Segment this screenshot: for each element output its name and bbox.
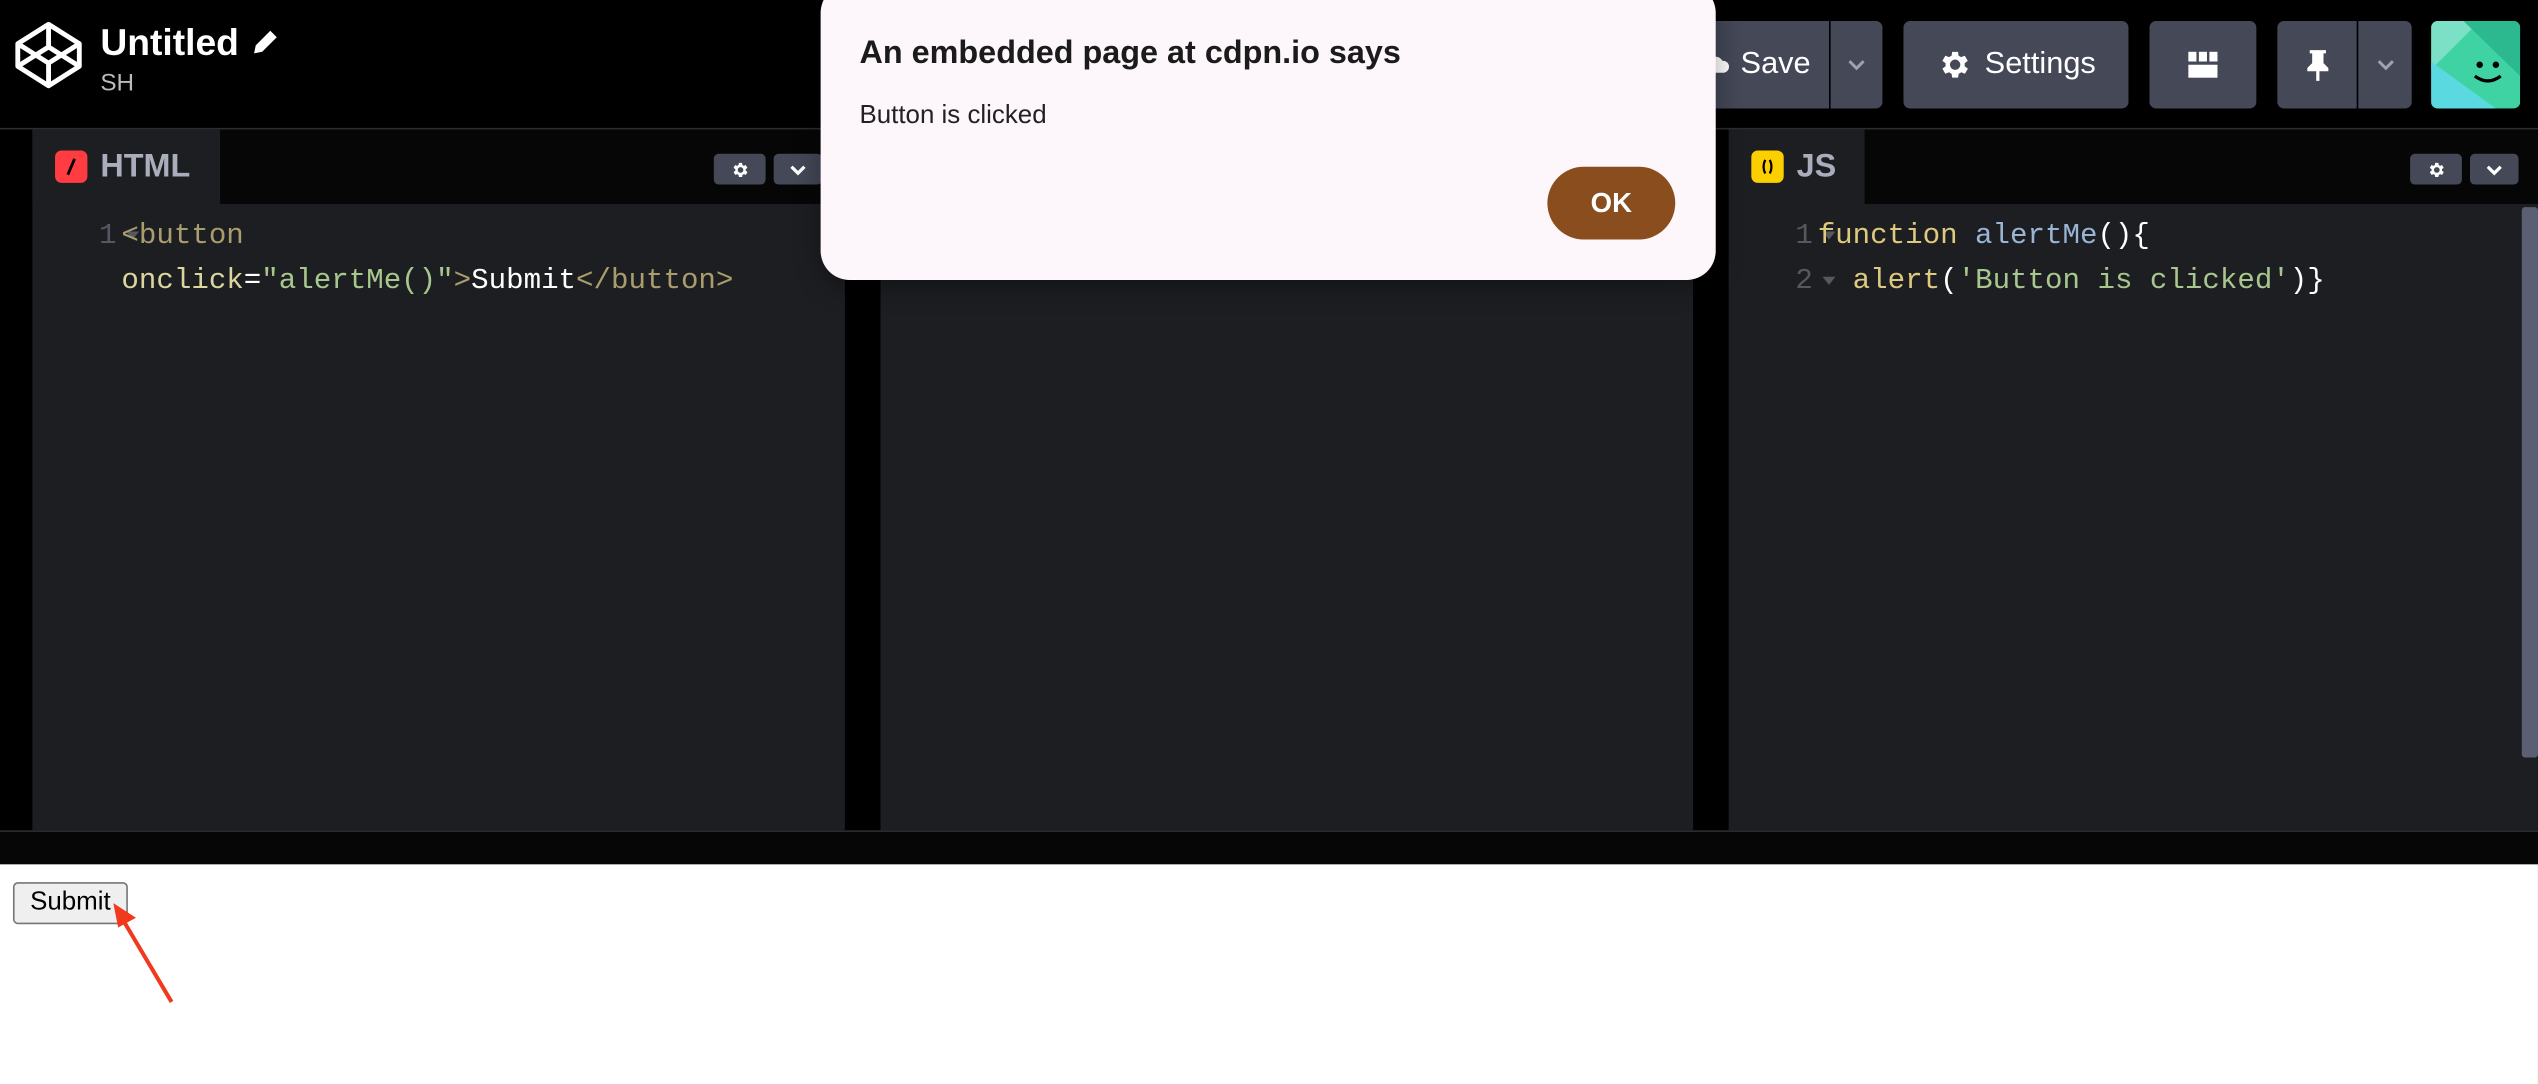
line-number: 2 [1795, 265, 1813, 298]
gear-icon [2429, 162, 2444, 177]
line-number: 1 [1795, 220, 1813, 253]
js-editor-tab[interactable]: JS [1728, 129, 1866, 204]
layout-icon [2188, 51, 2218, 78]
html-panel-header: HTML [32, 129, 845, 204]
code-token: alertMe [1975, 220, 2098, 253]
code-line[interactable]: 1 function alertMe(){ [1729, 214, 2538, 259]
code-token: onclick [121, 265, 244, 298]
css-code-editor[interactable] [881, 204, 1694, 830]
save-button-label: Save [1740, 46, 1811, 81]
html-settings-button[interactable] [713, 153, 766, 185]
chevron-down-icon [2486, 164, 2502, 175]
alert-dialog: An embedded page at cdpn.io says Button … [820, 0, 1716, 281]
js-settings-button[interactable] [2410, 153, 2462, 185]
html-editor-tab[interactable]: HTML [32, 129, 220, 204]
html-icon [55, 150, 88, 183]
js-editor-panel: JS 1 function alertMe(){2 alert('Button i… [1728, 129, 2538, 831]
code-token: <button [121, 220, 244, 253]
result-preview: Submit [0, 864, 2538, 1084]
code-line[interactable]: onclick="alertMe()">Submit</button> [32, 259, 845, 304]
settings-button[interactable]: Settings [1903, 21, 2129, 109]
chevron-down-icon [1848, 60, 1865, 71]
code-token: "alertMe()" [261, 265, 454, 298]
ok-button[interactable]: OK [1547, 166, 1676, 240]
pen-owner[interactable]: SH [100, 70, 277, 98]
code-token: Submit [471, 265, 577, 298]
js-code-editor[interactable]: 1 function alertMe(){2 alert('Button is c… [1729, 204, 2538, 830]
code-text: <button [121, 214, 243, 259]
user-avatar[interactable] [2431, 21, 2521, 109]
code-token: = [243, 265, 262, 298]
js-tab-label: JS [1796, 148, 1837, 184]
code-token: </button> [576, 265, 734, 298]
dialog-title: An embedded page at cdpn.io says [859, 35, 1401, 72]
change-view-button[interactable] [2149, 21, 2257, 109]
code-token: )} [2289, 265, 2325, 298]
html-collapse-button[interactable] [773, 153, 823, 185]
pin-options-button[interactable] [2358, 21, 2412, 109]
pen-title-text: Untitled [100, 21, 239, 64]
js-editor-scrollbar[interactable] [2521, 207, 2538, 758]
code-token: ( [1940, 265, 1958, 298]
pen-title[interactable]: Untitled [100, 19, 277, 64]
code-text: alert('Button is clicked')} [1818, 259, 2325, 304]
gear-icon [1942, 51, 1969, 78]
html-editor-panel: HTML 1 <button onclick="alertMe()">Submit<… [32, 129, 845, 831]
code-text: function alertMe(){ [1818, 214, 2150, 259]
html-code-editor[interactable]: 1 <button onclick="alertMe()">Submit</butt… [32, 204, 845, 830]
dialog-message: Button is clicked [859, 101, 1047, 130]
code-line[interactable]: 1 <button [32, 214, 845, 259]
code-token: (){ [2097, 220, 2150, 253]
js-panel-header: JS [1728, 129, 2538, 204]
settings-button-label: Settings [1984, 46, 2096, 81]
preview-resizer[interactable] [0, 830, 2538, 866]
annotation-arrow-icon [113, 903, 174, 1003]
chevron-down-icon [790, 164, 806, 175]
pin-button[interactable] [2277, 21, 2357, 109]
chevron-down-icon [2376, 60, 2394, 71]
pin-icon [2306, 50, 2328, 81]
pencil-icon[interactable] [252, 29, 278, 55]
code-token: > [453, 265, 472, 298]
gear-icon [733, 162, 748, 177]
code-line[interactable]: 2 alert('Button is clicked')} [1729, 259, 2538, 304]
code-token: 'Button is clicked' [1957, 265, 2290, 298]
codepen-logo-icon[interactable] [13, 19, 84, 90]
code-text: onclick="alertMe()">Submit</button> [121, 259, 733, 304]
js-icon [1751, 150, 1784, 183]
line-number: 1 [99, 220, 117, 253]
save-options-button[interactable] [1830, 21, 1883, 109]
js-collapse-button[interactable] [2469, 153, 2519, 185]
html-tab-label: HTML [100, 148, 191, 184]
code-token: alert [1852, 265, 1941, 298]
pen-title-area: Untitled SH [100, 19, 277, 97]
code-token: function [1817, 220, 1976, 253]
